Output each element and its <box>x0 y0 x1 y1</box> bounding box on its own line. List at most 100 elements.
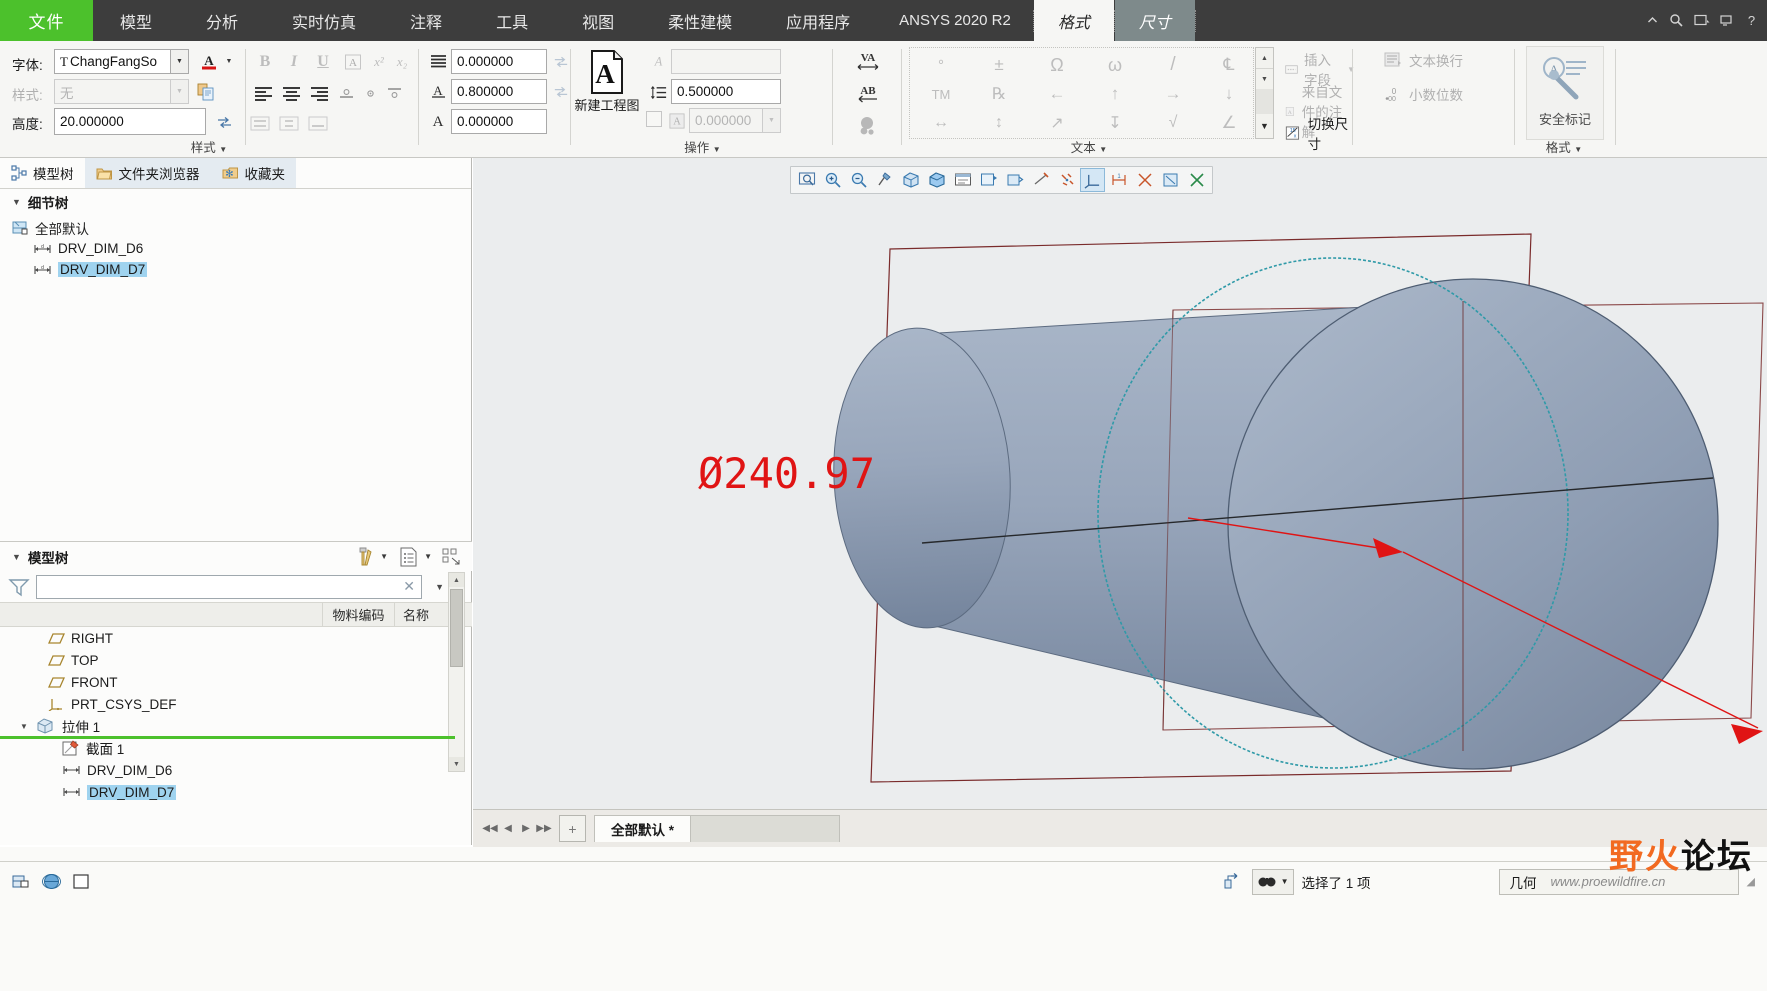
symbol-sqrt[interactable]: √ <box>1150 109 1196 137</box>
search-icon[interactable] <box>1669 13 1684 28</box>
symbol-arrow-ud[interactable]: ↕ <box>976 109 1022 137</box>
expand-triangle-icon[interactable]: ▼ <box>20 722 28 731</box>
navtab-model-tree[interactable]: 模型树 <box>0 158 85 188</box>
collapse-triangle-icon[interactable]: ▼ <box>12 552 21 562</box>
symbol-omega-lower[interactable]: ω <box>1092 51 1138 79</box>
tree-scroll-thumb[interactable] <box>450 589 463 667</box>
model-tree-header[interactable]: ▼ 模型树 ▼ ▼ <box>0 541 472 571</box>
style-combo[interactable]: 无 ▼ <box>54 79 189 104</box>
text-fit-3-icon[interactable] <box>304 111 332 135</box>
align-bottom-icon[interactable] <box>334 81 358 105</box>
tree-vertical-scrollbar[interactable]: ▲ ▼ <box>448 572 465 772</box>
thickness-reset-icon[interactable] <box>550 80 572 103</box>
angle-checkbox[interactable] <box>646 111 662 127</box>
detail-tree-item-drv-dim-d6[interactable]: d DRV_DIM_D6 <box>0 238 471 259</box>
tree-item-prt-csys-def[interactable]: PRT_CSYS_DEF <box>0 693 472 715</box>
thickness-input[interactable]: 0.800000 <box>451 79 547 104</box>
window-icon[interactable] <box>1694 14 1710 27</box>
saved-orientations-icon[interactable] <box>898 168 923 192</box>
tab-view[interactable]: 视图 <box>555 0 641 41</box>
plane-display-icon[interactable] <box>1158 168 1183 192</box>
filter-dropdown-arrow[interactable]: ▼ <box>435 582 444 592</box>
help-icon[interactable]: ? <box>1744 13 1759 28</box>
tab-ansys[interactable]: ANSYS 2020 R2 <box>877 0 1033 41</box>
align-center-icon[interactable] <box>277 81 305 105</box>
perspective-icon[interactable] <box>1002 168 1027 192</box>
line-spacing-reset-icon[interactable] <box>550 50 572 73</box>
subscript-button[interactable]: x₂ <box>390 49 414 74</box>
symbol-scrollbar[interactable]: ▲ ▼ ▼ <box>1255 47 1274 139</box>
zoom-to-fit-icon[interactable] <box>794 168 819 192</box>
text-box-icon[interactable]: A <box>340 49 366 74</box>
text-wrap-button[interactable]: 文本换行 <box>1384 50 1463 70</box>
symbol-angle[interactable]: ∠ <box>1206 109 1252 137</box>
tree-filter-settings-icon[interactable] <box>439 545 465 569</box>
tree-item-extrude-1[interactable]: ▼ 拉伸 1 <box>0 715 472 737</box>
zoom-in-icon[interactable] <box>820 168 845 192</box>
tab-live-simulation[interactable]: 实时仿真 <box>265 0 383 41</box>
symbol-down-tee[interactable]: ↧ <box>1092 109 1138 137</box>
symbol-arrow-left[interactable]: ← <box>1034 80 1080 108</box>
add-sheet-button[interactable]: + <box>559 815 586 842</box>
align-left-icon[interactable] <box>249 81 277 105</box>
text-symbol-icon[interactable] <box>853 113 883 138</box>
text-stretch-icon[interactable]: VA <box>853 48 883 73</box>
tab-model[interactable]: 模型 <box>93 0 179 41</box>
layer-icon[interactable] <box>9 870 33 894</box>
tree-item-front[interactable]: FRONT <box>0 671 472 693</box>
detail-tree-header[interactable]: ▼ 细节树 <box>0 189 471 215</box>
tree-item-drv-dim-d6[interactable]: DRV_DIM_D6 <box>0 759 472 781</box>
tab-file[interactable]: 文件 <box>0 0 93 41</box>
font-color-icon[interactable]: A <box>196 49 221 74</box>
copy-style-icon[interactable] <box>194 80 218 104</box>
tree-item-section-1[interactable]: 截面 1 <box>0 737 472 759</box>
tree-item-top[interactable]: TOP <box>0 649 472 671</box>
annotation-display-icon[interactable]: 1 <box>1106 168 1131 192</box>
chevron-up-icon[interactable] <box>1646 14 1659 27</box>
slant-input[interactable]: 0.000000 <box>451 109 547 134</box>
text-fit-1-icon[interactable] <box>246 111 274 135</box>
sheet-last-button[interactable]: ▶▶ <box>535 818 553 840</box>
symbol-arrow-diag[interactable]: ↗ <box>1034 109 1080 137</box>
symbol-plusminus[interactable]: ± <box>976 51 1022 79</box>
underline-button[interactable]: U <box>310 49 336 74</box>
minimize-icon[interactable] <box>1720 14 1734 27</box>
detail-tree-item-drv-dim-d7[interactable]: d DRV_DIM_D7 <box>0 259 471 280</box>
symbol-centerline[interactable]: ℄ <box>1206 51 1252 79</box>
filter-clear-icon[interactable]: ✕ <box>403 578 415 595</box>
text-fit-2-icon[interactable] <box>275 111 303 135</box>
find-control[interactable]: ▼ <box>1251 868 1294 895</box>
symbol-slash[interactable]: / <box>1150 51 1196 79</box>
style-dropdown-arrow[interactable]: ▼ <box>171 79 189 104</box>
align-right-icon[interactable] <box>305 81 333 105</box>
symbol-tm[interactable]: TM <box>918 80 964 108</box>
sheet-tab-empty[interactable] <box>690 815 841 842</box>
sheet-next-button[interactable]: ▶ <box>517 818 535 840</box>
tab-flexible-modeling[interactable]: 柔性建模 <box>641 0 759 41</box>
symbol-scroll-up[interactable]: ▲ <box>1256 48 1273 69</box>
font-dropdown-arrow[interactable]: ▼ <box>171 49 189 74</box>
symbol-scroll-track[interactable] <box>1256 89 1273 114</box>
standard-orientation-icon[interactable] <box>924 168 949 192</box>
font-color-dropdown-arrow[interactable]: ▼ <box>222 49 236 74</box>
repaint-icon[interactable] <box>872 168 897 192</box>
navtab-folder-browser[interactable]: 文件夹浏览器 <box>84 158 211 188</box>
symbol-scroll-down[interactable]: ▼ <box>1256 114 1273 137</box>
column-header-material-code[interactable]: 物料编码 <box>322 603 394 626</box>
new-drawing-icon[interactable]: A <box>580 47 632 97</box>
tree-item-right[interactable]: RIGHT <box>0 627 472 649</box>
bold-button[interactable]: B <box>252 49 278 74</box>
resize-grip-icon[interactable]: ◢ <box>1747 875 1755 888</box>
symbol-degree[interactable]: ° <box>918 51 964 79</box>
symbol-rx[interactable]: ℞ <box>976 80 1022 108</box>
view-manager-icon[interactable] <box>950 168 975 192</box>
angle-combo[interactable]: 0.000000 ▼ <box>689 108 781 133</box>
sheet-first-button[interactable]: ◀◀ <box>481 818 499 840</box>
symbol-omega-upper[interactable]: Ω <box>1034 51 1080 79</box>
globe-icon[interactable] <box>39 870 63 894</box>
align-top-icon[interactable] <box>382 81 406 105</box>
tree-scroll-up[interactable]: ▲ <box>449 573 464 587</box>
detail-tree-item-all-default[interactable]: 全部默认 <box>0 217 471 238</box>
font-combo[interactable]: T ChangFangSo ▼ <box>54 49 189 74</box>
point-display-icon[interactable] <box>1054 168 1079 192</box>
